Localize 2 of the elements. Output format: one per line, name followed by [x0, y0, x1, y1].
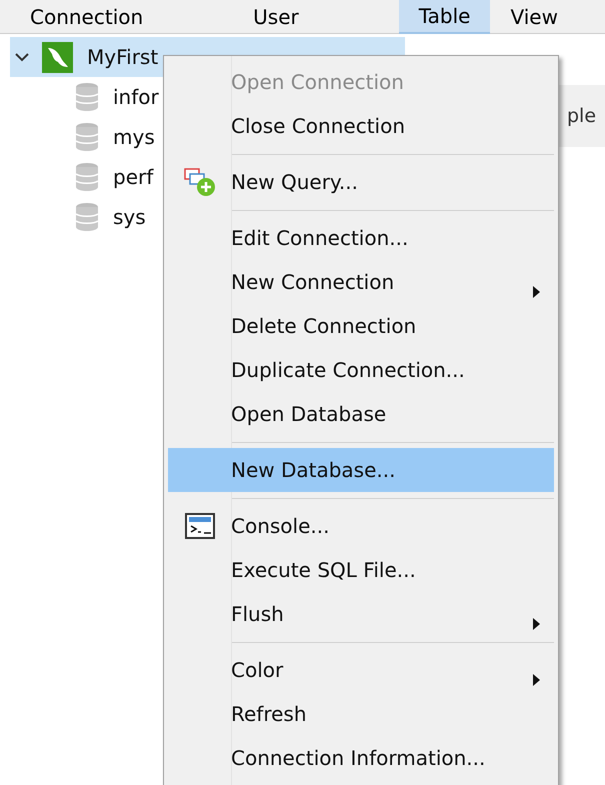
connection-name: MyFirst — [87, 44, 158, 71]
background-text: ple — [567, 104, 596, 129]
